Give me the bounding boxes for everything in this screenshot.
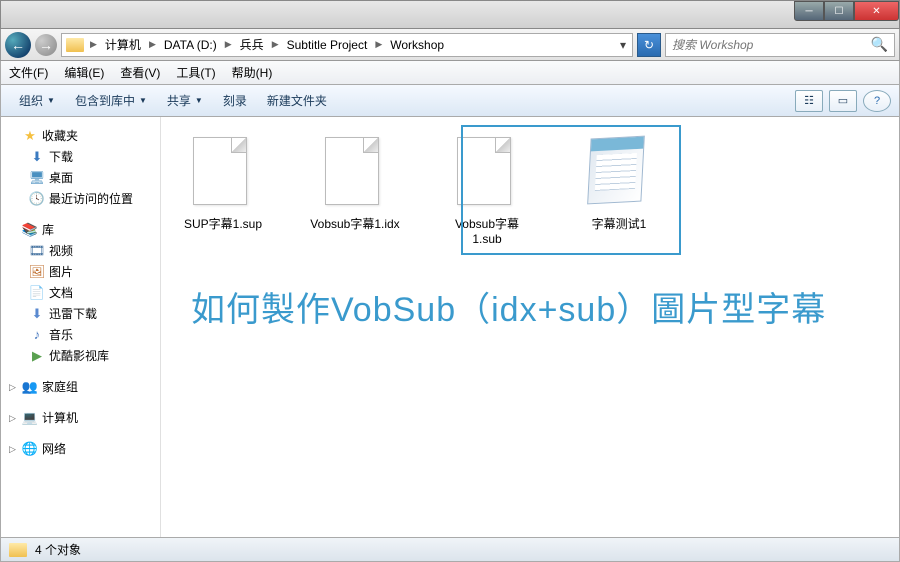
body-area: ★收藏夹 ⬇下载 🖥桌面 🕓最近访问的位置 📚库 🎞视频 🖼图片 📄文档 ⬇迅雷… [0,117,900,538]
menu-view[interactable]: 查看(V) [112,61,168,84]
sidebar-library[interactable]: 📚库 [1,219,160,240]
menu-help[interactable]: 帮助(H) [224,61,281,84]
search-box[interactable]: 🔍 [665,33,895,57]
star-icon: ★ [22,128,38,144]
preview-pane-button[interactable]: ▭ [829,90,857,112]
menu-edit[interactable]: 编辑(E) [56,61,112,84]
video-icon: 🎞 [29,243,45,259]
crumb-drive[interactable]: DATA (D:) [158,34,223,56]
help-button[interactable]: ? [863,90,891,112]
sidebar-item-pictures[interactable]: 🖼图片 [1,261,160,282]
search-input[interactable] [672,38,871,52]
file-icon [457,137,511,205]
sidebar-favorites[interactable]: ★收藏夹 [1,125,160,146]
view-mode-button[interactable]: ☷ [795,90,823,112]
forward-button[interactable]: → [35,34,57,56]
include-library-button[interactable]: 包含到库中▼ [65,85,157,116]
search-icon[interactable]: 🔍 [871,36,888,53]
youku-icon: ▶ [29,348,45,364]
file-name: SUP字幕1.sup [184,215,262,232]
minimize-button[interactable]: ─ [794,1,824,21]
recent-icon: 🕓 [29,191,45,207]
menubar: 文件(F) 编辑(E) 查看(V) 工具(T) 帮助(H) [0,61,900,85]
chevron-right-icon[interactable]: ▶ [270,39,281,50]
sidebar-item-music[interactable]: ♪音乐 [1,324,160,345]
breadcrumb[interactable]: ▶ 计算机 ▶ DATA (D:) ▶ 兵兵 ▶ Subtitle Projec… [61,33,633,57]
network-icon: 🌐 [22,441,38,457]
file-item[interactable]: Vobsub字幕1.idx [305,133,405,250]
documents-icon: 📄 [29,285,45,301]
sidebar-item-videos[interactable]: 🎞视频 [1,240,160,261]
sidebar-network[interactable]: ▷🌐网络 [1,438,160,459]
sidebar-item-downloads[interactable]: ⬇下载 [1,146,160,167]
xunlei-icon: ⬇ [29,306,45,322]
share-button[interactable]: 共享▼ [157,85,213,116]
file-name: Vobsub字幕1.sub [441,215,533,246]
music-icon: ♪ [29,327,45,343]
statusbar: 4 个对象 [0,538,900,562]
file-icon [325,137,379,205]
new-folder-button[interactable]: 新建文件夹 [257,85,337,116]
overlay-caption: 如何製作VobSub（idx+sub）圖片型字幕 [191,282,826,331]
back-button[interactable]: ← [5,32,31,58]
titlebar: ─ ☐ ✕ [0,0,900,29]
menu-tools[interactable]: 工具(T) [168,61,223,84]
sidebar-item-desktop[interactable]: 🖥桌面 [1,167,160,188]
sidebar-homegroup[interactable]: ▷👥家庭组 [1,376,160,397]
file-item[interactable]: Vobsub字幕1.sub [437,133,537,250]
sidebar-item-recent[interactable]: 🕓最近访问的位置 [1,188,160,209]
sidebar: ★收藏夹 ⬇下载 🖥桌面 🕓最近访问的位置 📚库 🎞视频 🖼图片 📄文档 ⬇迅雷… [1,117,161,537]
crumb-folder[interactable]: 兵兵 [234,34,270,56]
menu-file[interactable]: 文件(F) [1,61,56,84]
burn-button[interactable]: 刻录 [213,85,257,116]
download-icon: ⬇ [29,149,45,165]
organize-button[interactable]: 组织▼ [9,85,65,116]
crumb-folder[interactable]: Workshop [384,34,450,56]
chevron-right-icon[interactable]: ▶ [88,39,99,50]
close-button[interactable]: ✕ [854,1,899,21]
chevron-right-icon[interactable]: ▶ [147,39,158,50]
crumb-computer[interactable]: 计算机 [99,34,147,56]
file-item[interactable]: SUP字幕1.sup [173,133,273,250]
folder-icon [9,543,27,557]
toolbar: 组织▼ 包含到库中▼ 共享▼ 刻录 新建文件夹 ☷ ▭ ? [0,85,900,117]
chevron-right-icon[interactable]: ▶ [373,39,384,50]
sidebar-computer[interactable]: ▷💻计算机 [1,407,160,428]
notepad-icon [587,136,645,205]
files-grid: SUP字幕1.sup Vobsub字幕1.idx Vobsub字幕1.sub 字… [173,133,887,250]
homegroup-icon: 👥 [22,379,38,395]
window-controls: ─ ☐ ✕ [794,1,899,21]
desktop-icon: 🖥 [29,170,45,186]
sidebar-item-youku[interactable]: ▶优酷影视库 [1,345,160,366]
maximize-button[interactable]: ☐ [824,1,854,21]
pictures-icon: 🖼 [29,264,45,280]
sidebar-item-xunlei[interactable]: ⬇迅雷下载 [1,303,160,324]
chevron-right-icon[interactable]: ▶ [223,39,234,50]
breadcrumb-dropdown[interactable]: ▾ [614,38,632,52]
computer-icon: 💻 [22,410,38,426]
file-name: 字幕测试1 [592,215,647,232]
file-icon [193,137,247,205]
refresh-button[interactable]: ↻ [637,33,661,57]
sidebar-item-documents[interactable]: 📄文档 [1,282,160,303]
folder-icon [66,38,84,52]
content-pane[interactable]: SUP字幕1.sup Vobsub字幕1.idx Vobsub字幕1.sub 字… [161,117,899,537]
navbar: ← → ▶ 计算机 ▶ DATA (D:) ▶ 兵兵 ▶ Subtitle Pr… [0,29,900,61]
status-count: 4 个对象 [35,541,81,558]
file-item[interactable]: 字幕测试1 [569,133,669,250]
file-name: Vobsub字幕1.idx [310,215,399,232]
crumb-folder[interactable]: Subtitle Project [281,34,374,56]
library-icon: 📚 [22,222,38,238]
